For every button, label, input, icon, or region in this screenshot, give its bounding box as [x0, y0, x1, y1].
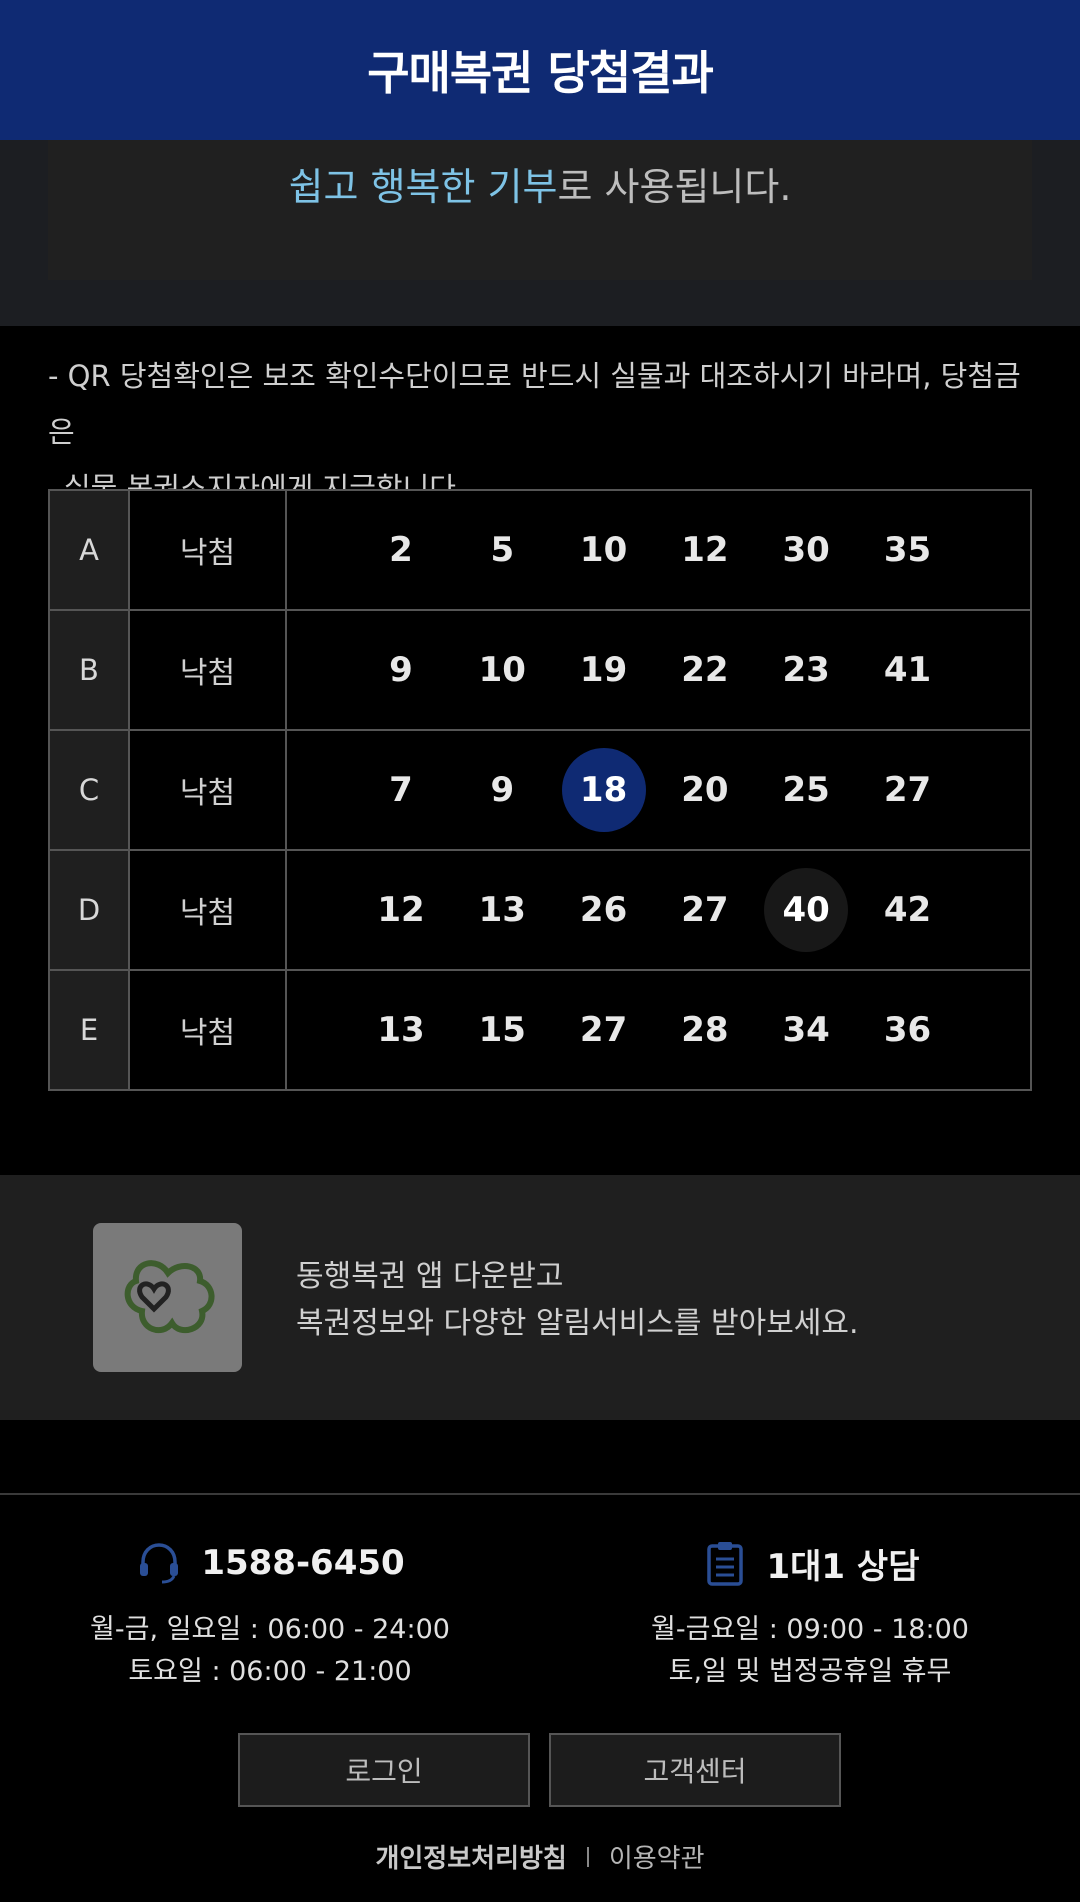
footer-separator: [586, 1846, 589, 1867]
lottery-number: 22: [681, 650, 729, 690]
lottery-number: 25: [782, 770, 830, 810]
phone-hours-weekday: 월-금, 일요일 : 06:00 - 24:00: [90, 1614, 450, 1645]
clover-heart-logo-icon: [124, 1259, 214, 1333]
login-button[interactable]: 로그인: [238, 1733, 530, 1807]
result-status: 낙첨: [128, 969, 287, 1091]
lottery-number: 30: [782, 530, 830, 570]
game-slot-label: A: [48, 489, 130, 611]
app-download-banner[interactable]: 동행복권 앱 다운받고 복권정보와 다양한 알림서비스를 받아보세요.: [0, 1175, 1080, 1420]
result-row: D 낙첨 12 13 26 27 40 42: [48, 849, 1032, 971]
notice-line-1: - QR 당첨확인은 보조 확인수단이므로 반드시 실물과 대조하시기 바라며,…: [48, 359, 1021, 449]
promo-section: 쉽고 행복한 기부로 사용됩니다.: [0, 140, 1080, 326]
lottery-numbers-cell: 12 13 26 27 40 42: [285, 849, 1032, 971]
result-status: 낙첨: [128, 489, 287, 611]
promo-rest: 로 사용됩니다.: [557, 165, 792, 209]
lottery-number: 26: [579, 890, 628, 930]
lottery-number: 28: [681, 1010, 729, 1050]
chat-hours-weekday: 월-금요일 : 09:00 - 18:00: [651, 1614, 969, 1645]
result-status: 낙첨: [128, 729, 287, 851]
lottery-number: 20: [681, 770, 729, 810]
promo-box: 쉽고 행복한 기부로 사용됩니다.: [48, 140, 1032, 280]
lottery-number: 23: [782, 650, 830, 690]
donghaeng-lottery-app-icon[interactable]: [93, 1223, 242, 1372]
game-slot-label: C: [48, 729, 130, 851]
phone-number-link[interactable]: 1588-6450: [201, 1543, 404, 1583]
lottery-number: 13: [377, 1010, 425, 1050]
result-row: C 낙첨 7 9 18 20 25 27: [48, 729, 1032, 851]
game-slot-label: D: [48, 849, 130, 971]
lottery-numbers-cell: 13 15 27 28 34 36: [285, 969, 1032, 1091]
game-slot-label: B: [48, 609, 130, 731]
app-banner-text: 동행복권 앱 다운받고 복권정보와 다양한 알림서비스를 받아보세요.: [296, 1253, 859, 1347]
promo-text: 쉽고 행복한 기부로 사용됩니다.: [289, 156, 792, 211]
lottery-numbers-cell: 2 5 10 12 30 35: [285, 489, 1032, 611]
lottery-number: 36: [883, 1010, 932, 1050]
chat-hours-holiday: 토,일 및 법정공휴일 휴무: [668, 1656, 952, 1687]
phone-hours-saturday: 토요일 : 06:00 - 21:00: [128, 1656, 412, 1687]
lottery-number: 2: [389, 530, 413, 570]
result-status: 낙첨: [128, 609, 287, 731]
lottery-number: 7: [389, 770, 413, 810]
lottery-number: 15: [478, 1010, 526, 1050]
game-slot-label: E: [48, 969, 130, 1091]
footer-links: 개인정보처리방침 이용약관: [0, 1838, 1080, 1875]
lottery-number: 41: [883, 650, 932, 690]
result-row: B 낙첨 9 10 19 22 23 41: [48, 609, 1032, 731]
lottery-number: 13: [478, 890, 526, 930]
lottery-number: 10: [579, 530, 628, 570]
lottery-number: 9: [389, 650, 413, 690]
lottery-number: 12: [681, 530, 729, 570]
lottery-number: 19: [579, 650, 628, 690]
headset-icon: [135, 1539, 183, 1587]
result-status: 낙첨: [128, 849, 287, 971]
lottery-numbers-cell: 7 9 18 20 25 27: [285, 729, 1032, 851]
lottery-number: 10: [478, 650, 526, 690]
lottery-number: 42: [883, 890, 932, 930]
one-on-one-consult-link[interactable]: 1대1 상담: [767, 1539, 920, 1588]
matched-number-ball: 40: [764, 868, 849, 952]
lottery-number: 34: [782, 1010, 830, 1050]
app-banner-line-1: 동행복권 앱 다운받고: [296, 1259, 564, 1294]
clipboard-icon: [701, 1539, 749, 1587]
page-header: 구매복권 당첨결과: [0, 0, 1080, 140]
lottery-number: 5: [490, 530, 515, 570]
matched-number-ball: 18: [561, 748, 646, 832]
promo-highlight: 쉽고 행복한 기부: [288, 165, 558, 209]
lottery-number: 12: [377, 890, 425, 930]
result-row: E 낙첨 13 15 27 28 34 36: [48, 969, 1032, 1091]
app-banner-line-2: 복권정보와 다양한 알림서비스를 받아보세요.: [296, 1306, 859, 1341]
result-row: A 낙첨 2 5 10 12 30 35: [48, 489, 1032, 611]
lottery-number: 35: [883, 530, 932, 570]
lottery-number: 27: [681, 890, 729, 930]
chat-contact: 1대1 상담 월-금요일 : 09:00 - 18:00 토,일 및 법정공휴일…: [540, 1537, 1080, 1693]
lottery-number: 27: [883, 770, 932, 810]
phone-contact: 1588-6450 월-금, 일요일 : 06:00 - 24:00 토요일 :…: [0, 1537, 540, 1693]
privacy-policy-link[interactable]: 개인정보처리방침: [375, 1838, 566, 1875]
lottery-number: 9: [490, 770, 515, 810]
terms-of-use-link[interactable]: 이용약관: [609, 1838, 705, 1875]
footer-divider: [0, 1493, 1080, 1495]
result-table: A 낙첨 2 5 10 12 30 35 B 낙첨 9 10 19 22 23 41 C 낙첨 7 9 18 20 25 27…: [48, 489, 1032, 1091]
lottery-number: 27: [579, 1010, 628, 1050]
lottery-numbers-cell: 9 10 19 22 23 41: [285, 609, 1032, 731]
page-title: 구매복권 당첨결과: [367, 46, 714, 100]
customer-center-button[interactable]: 고객센터: [549, 1733, 841, 1807]
